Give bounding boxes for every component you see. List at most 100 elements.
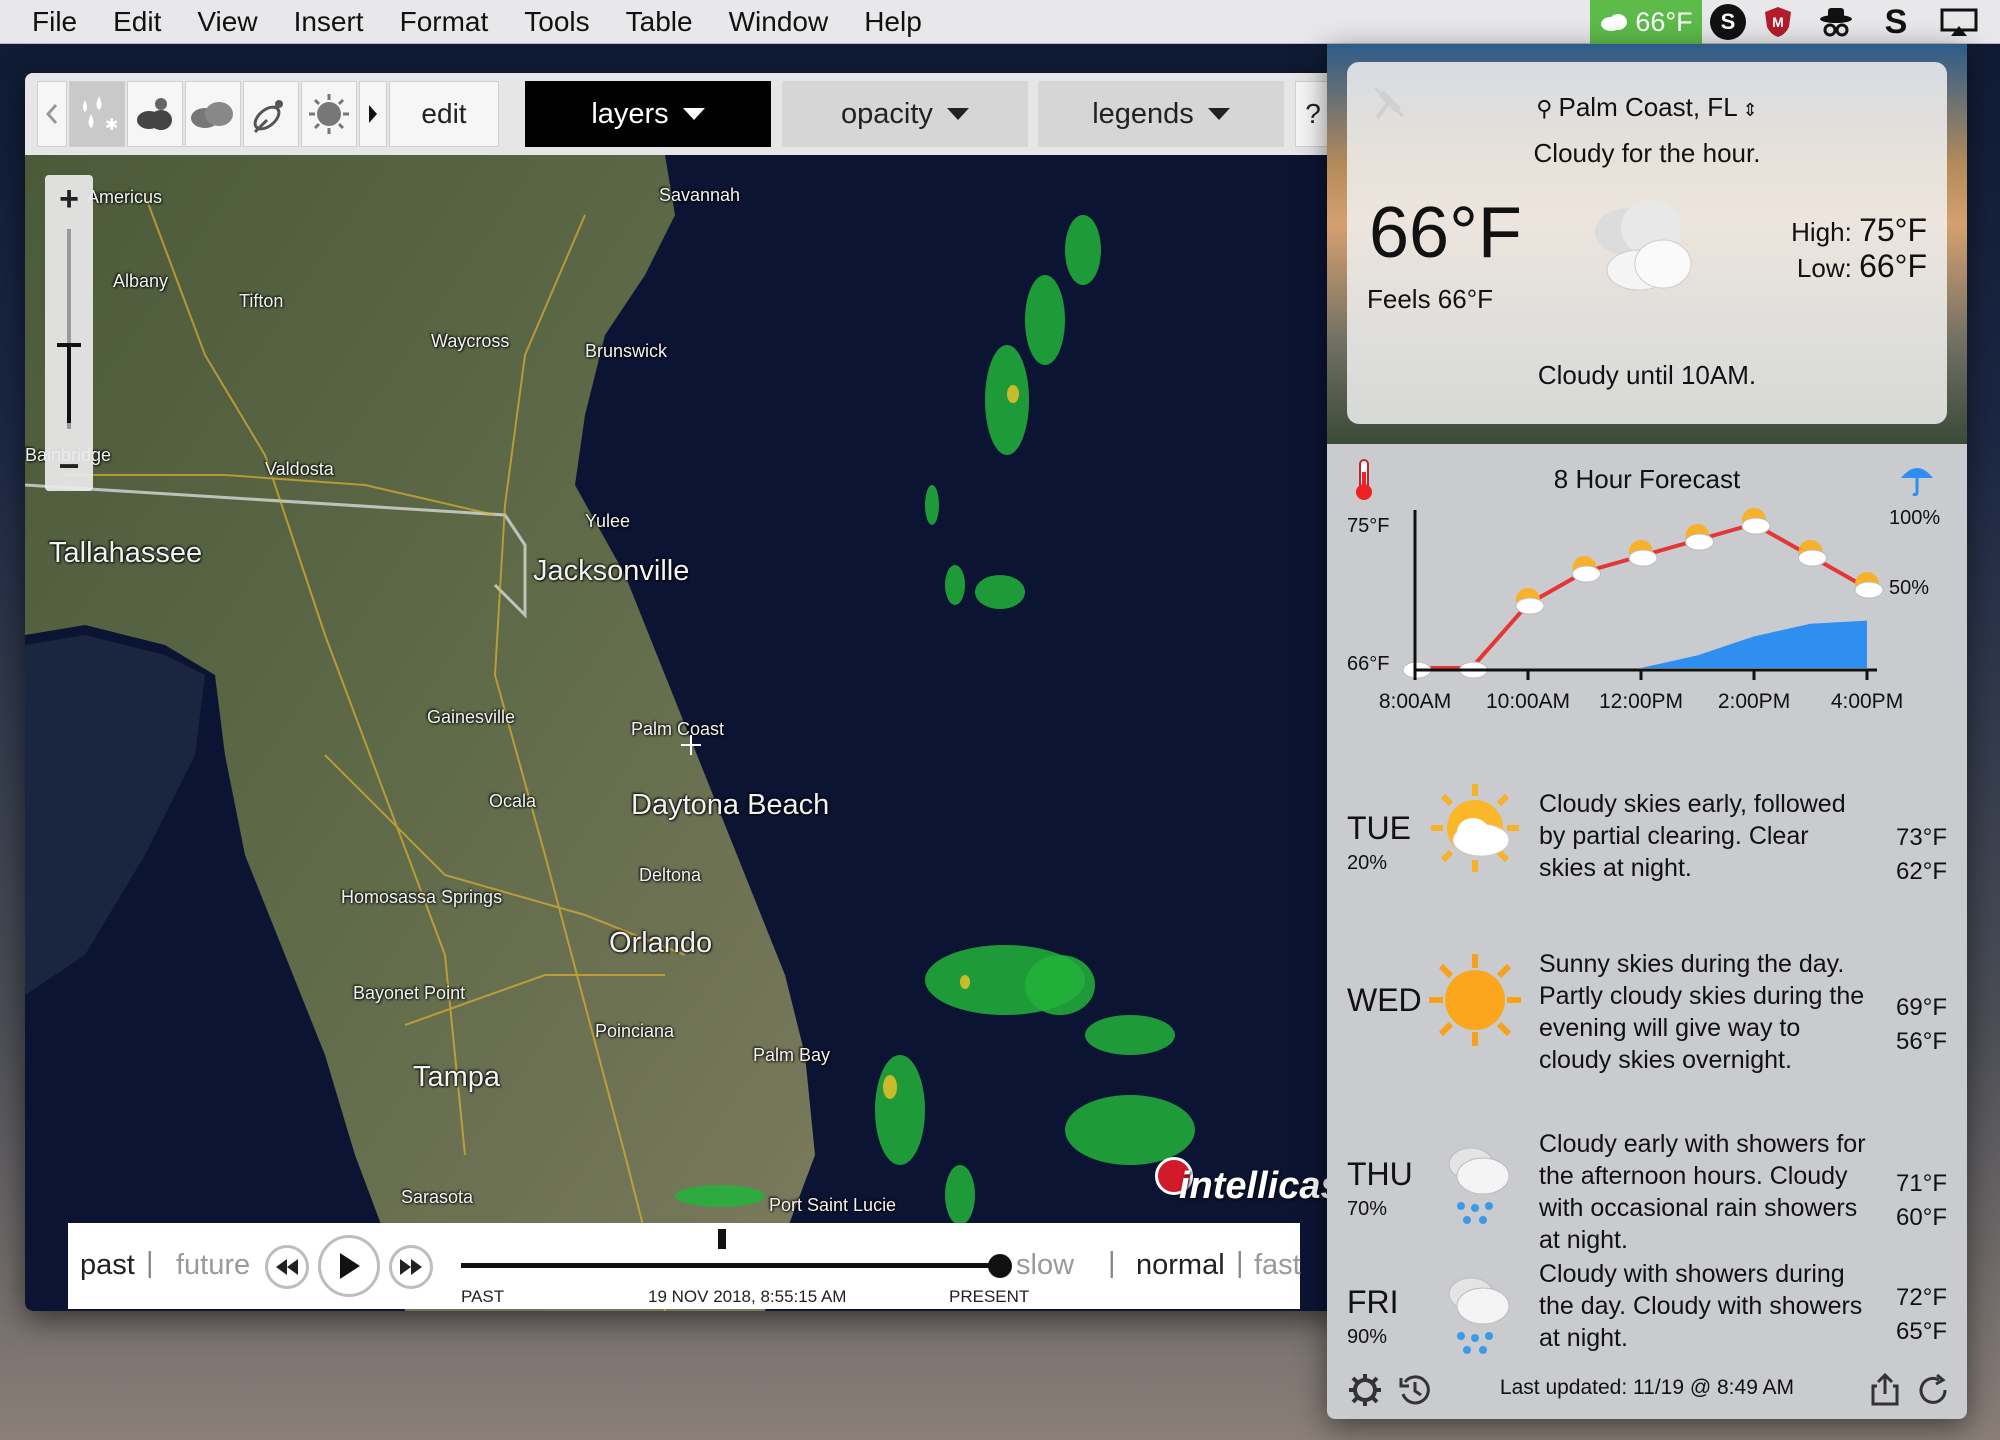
temperature-point xyxy=(1515,588,1545,615)
menu-file[interactable]: File xyxy=(0,6,95,38)
up-down-chevron-icon: ⇕ xyxy=(1737,100,1758,120)
separator: | xyxy=(1236,1247,1244,1279)
future-mode-link[interactable]: future xyxy=(176,1249,250,1282)
skype-icon: S xyxy=(1710,4,1746,40)
share-icon[interactable] xyxy=(1867,1372,1903,1408)
chart-x-tick-label: 10:00AM xyxy=(1486,690,1570,713)
low-value: 66°F xyxy=(1859,248,1927,284)
day-name: TUE xyxy=(1347,810,1411,846)
radar-echo xyxy=(1065,215,1101,285)
layers-scroll-left-button[interactable] xyxy=(37,81,67,147)
place-label: Ocala xyxy=(489,791,537,811)
chart-x-tick-label: 12:00PM xyxy=(1599,690,1683,713)
timeline-scrubber[interactable] xyxy=(988,1254,1012,1278)
day-low: 56°F xyxy=(1896,1028,1947,1055)
airplay-tray[interactable] xyxy=(1934,0,1984,44)
day-name: FRI xyxy=(1347,1284,1399,1320)
radar-map-window: ✱ edit layers opacity legends ? Americus… xyxy=(25,73,1340,1311)
malware-shield-icon: M xyxy=(1765,7,1791,37)
place-label: Tallahassee xyxy=(49,537,203,569)
menu-format[interactable]: Format xyxy=(382,6,507,38)
place-label: Jacksonville xyxy=(533,555,690,587)
edit-button[interactable]: edit xyxy=(389,81,499,147)
high-label: High: xyxy=(1791,217,1852,247)
menu-view[interactable]: View xyxy=(179,6,275,38)
layer-temperature-button[interactable] xyxy=(301,81,357,147)
day-high: 69°F xyxy=(1896,994,1947,1021)
place-label: Savannah xyxy=(659,185,741,205)
layers-scroll-right-button[interactable] xyxy=(359,81,387,147)
speed-normal-link[interactable]: normal xyxy=(1136,1249,1225,1282)
tray-cloud-icon xyxy=(1601,14,1628,31)
timeline-present-caption: PRESENT xyxy=(949,1287,1030,1306)
radar-echo-heavy xyxy=(960,975,970,989)
day-high: 73°F xyxy=(1896,824,1947,851)
chart-y-min-label: 66°F xyxy=(1347,653,1389,675)
day-description: Cloudy with showers during the day. Clou… xyxy=(1539,1260,1863,1352)
place-label: Americus xyxy=(87,187,163,207)
menu-edit[interactable]: Edit xyxy=(95,6,179,38)
layer-satellite-button[interactable] xyxy=(243,81,299,147)
temperature-point xyxy=(1741,508,1771,535)
layer-clouds-button[interactable] xyxy=(185,81,241,147)
low-label: Low: xyxy=(1796,253,1852,283)
layer-storm-button[interactable] xyxy=(127,81,183,147)
menu-tools[interactable]: Tools xyxy=(506,6,607,38)
opacity-dropdown[interactable]: opacity xyxy=(782,81,1028,147)
zoom-in-button[interactable]: + xyxy=(45,181,93,217)
location-selector[interactable]: ⚲ Palm Coast, FL ⇕ xyxy=(1347,92,1947,123)
menu-help[interactable]: Help xyxy=(846,6,940,38)
place-label: Albany xyxy=(113,271,169,291)
legends-dropdown[interactable]: legends xyxy=(1038,81,1284,147)
intellicast-logo-text: intellicast xyxy=(1179,1165,1340,1207)
map-toolbar: ✱ edit layers opacity legends ? xyxy=(25,73,1340,155)
rewind-button[interactable] xyxy=(265,1245,309,1289)
spy-hat-icon xyxy=(1820,8,1852,37)
menu-insert[interactable]: Insert xyxy=(276,6,382,38)
tray-temp: 66°F xyxy=(1635,6,1693,37)
play-button[interactable] xyxy=(318,1235,380,1297)
s-app-icon: S xyxy=(1884,2,1908,41)
caret-down-icon xyxy=(682,108,705,120)
current-conditions-card: ⚲ Palm Coast, FL ⇕ Cloudy for the hour. … xyxy=(1347,62,1947,424)
menu-table[interactable]: Table xyxy=(608,6,711,38)
speed-fast-link[interactable]: fast xyxy=(1254,1249,1301,1282)
tray-weather-status[interactable]: 66°F xyxy=(1590,0,1702,44)
opacity-label: opacity xyxy=(841,97,933,130)
refresh-icon[interactable] xyxy=(1915,1372,1951,1408)
timeline-timestamp: 19 NOV 2018, 8:55:15 AM xyxy=(648,1287,847,1306)
radar-map[interactable]: Americus Savannah Albany Tifton Waycross… xyxy=(25,155,1340,1311)
place-label: Poinciana xyxy=(595,1021,675,1041)
help-button[interactable]: ? xyxy=(1295,81,1331,147)
place-label: Palm Bay xyxy=(753,1045,831,1065)
timeline-track[interactable] xyxy=(461,1263,1001,1268)
chevron-left-icon xyxy=(46,104,58,124)
past-mode-link[interactable]: past xyxy=(80,1249,135,1282)
precip-chance: 90% xyxy=(1347,1326,1388,1348)
shield-tray[interactable]: M xyxy=(1758,0,1798,44)
hour-summary: Cloudy for the hour. xyxy=(1533,138,1761,168)
history-icon[interactable] xyxy=(1397,1372,1433,1408)
place-label: Daytona Beach xyxy=(631,789,830,821)
day-description: Sunny skies during the day. Partly cloud… xyxy=(1539,950,1865,1074)
zoom-slider-handle[interactable] xyxy=(57,343,81,423)
day-name: WED xyxy=(1347,982,1422,1018)
day-high: 72°F xyxy=(1896,1284,1947,1311)
chart-precip-mid-label: 50% xyxy=(1889,577,1929,599)
zoom-out-button[interactable]: − xyxy=(45,448,93,484)
timeline-current-marker[interactable] xyxy=(718,1229,726,1249)
skype-tray[interactable]: S xyxy=(1708,0,1748,44)
location-pin-icon: ⚲ xyxy=(1536,96,1559,121)
gear-icon[interactable] xyxy=(1347,1372,1383,1408)
vpn-tray[interactable] xyxy=(1814,0,1858,44)
fast-forward-button[interactable] xyxy=(389,1245,433,1289)
day-low: 65°F xyxy=(1896,1318,1947,1345)
menu-window[interactable]: Window xyxy=(711,6,847,38)
layers-dropdown[interactable]: layers xyxy=(525,81,771,147)
layer-precip-button[interactable]: ✱ xyxy=(69,81,125,147)
s-tray[interactable]: S xyxy=(1874,0,1918,44)
playback-bar: past | future slow | normal | fast PAST … xyxy=(68,1223,1301,1309)
cloudy-icon xyxy=(1595,200,1692,291)
speed-slow-link[interactable]: slow xyxy=(1016,1249,1074,1282)
place-label: Homosassa Springs xyxy=(341,887,503,907)
